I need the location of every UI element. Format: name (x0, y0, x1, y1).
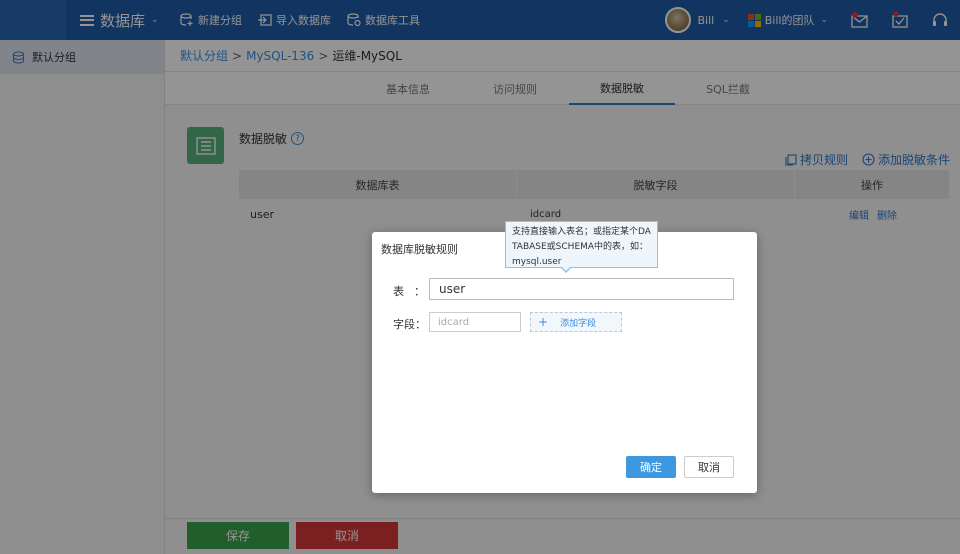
column-field-label: 字段： (393, 318, 426, 331)
add-field-button[interactable]: + 添加字段 (530, 312, 622, 332)
table-name-input[interactable] (429, 278, 734, 300)
dialog-cancel-button[interactable]: 取消 (684, 456, 734, 478)
table-field-label: 表 (393, 285, 404, 298)
dialog-title: 数据库脱敏规则 (381, 243, 458, 256)
add-field-label: 添加字段 (560, 318, 597, 329)
cell-field-value: idcard (530, 209, 562, 220)
confirm-button[interactable]: 确定 (626, 456, 676, 478)
tooltip-arrow (560, 266, 572, 273)
table-field-colon: ： (414, 285, 425, 298)
table-input-tooltip: 支持直接输入表名；或指定某个DATABASE或SCHEMA中的表，如：mysql… (505, 221, 658, 268)
column-name-input[interactable] (429, 312, 521, 332)
plus-icon: + (538, 315, 549, 329)
